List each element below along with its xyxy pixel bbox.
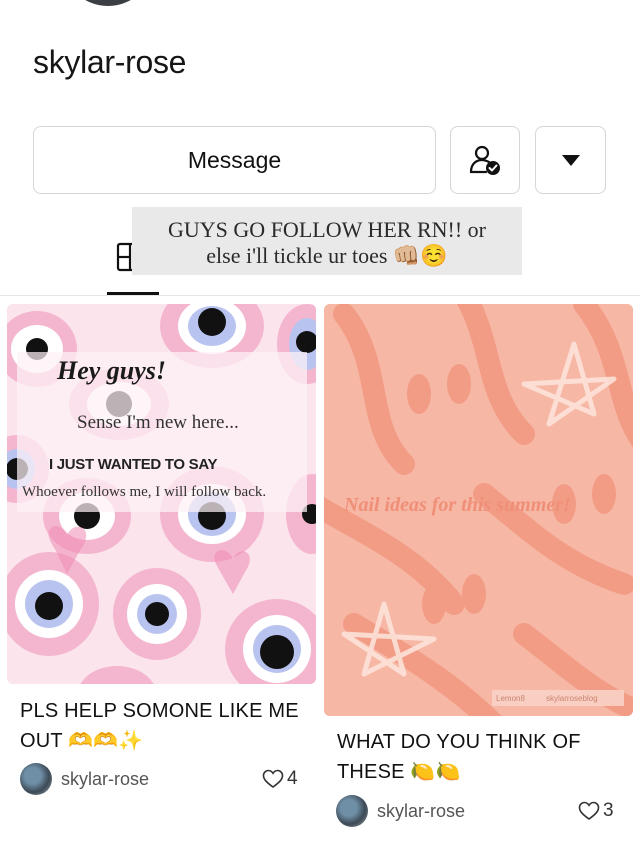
like-button[interactable]: 4 [262,768,298,790]
user-check-icon [469,145,500,175]
post-title[interactable]: WHAT DO YOU THINK OF THESE 🍋🍋 [337,727,627,787]
watermark-brand: Lemon8 [496,694,525,703]
avatar[interactable] [62,0,154,6]
like-button[interactable]: 3 [578,800,614,822]
image-line-2: I JUST WANTED TO SAY [49,456,218,473]
post-title[interactable]: PLS HELP SOMONE LIKE ME OUT 🫶🫶✨ [20,696,310,756]
like-count: 4 [287,768,298,789]
watermark-user: skylarroseblog [546,694,598,703]
sticker-line-2: else i'll tickle ur toes 👊🏼☺️ [206,243,448,268]
author-avatar [336,795,368,827]
heart-icon [578,801,600,820]
image-line-3: Whoever follows me, I will follow back. [22,484,267,500]
post-author[interactable]: skylar-rose [20,763,149,795]
author-avatar [20,763,52,795]
post-image[interactable]: Nail ideas for this summer! Lemon8 skyla… [324,304,633,716]
more-options-button[interactable] [535,126,606,194]
chevron-down-icon [561,154,580,166]
author-name: skylar-rose [61,768,150,789]
text-sticker-overlay: GUYS GO FOLLOW HER RN!! or else i'll tic… [132,207,522,275]
image-caption: Nail ideas for this summer! [344,494,571,516]
sticker-line-1: GUYS GO FOLLOW HER RN!! or [168,217,486,242]
message-button[interactable]: Message [33,126,436,194]
image-line-1: Sense I'm new here... [77,412,239,433]
like-count: 3 [603,800,614,821]
post-author[interactable]: skylar-rose [336,795,465,827]
image-heading: Hey guys! [57,356,167,385]
author-name: skylar-rose [377,800,466,821]
post-image[interactable]: Hey guys! Sense I'm new here... I JUST W… [7,304,316,684]
heart-icon [262,769,284,788]
profile-username: skylar-rose [33,44,187,80]
tab-divider [0,295,640,296]
following-button[interactable] [450,126,520,194]
